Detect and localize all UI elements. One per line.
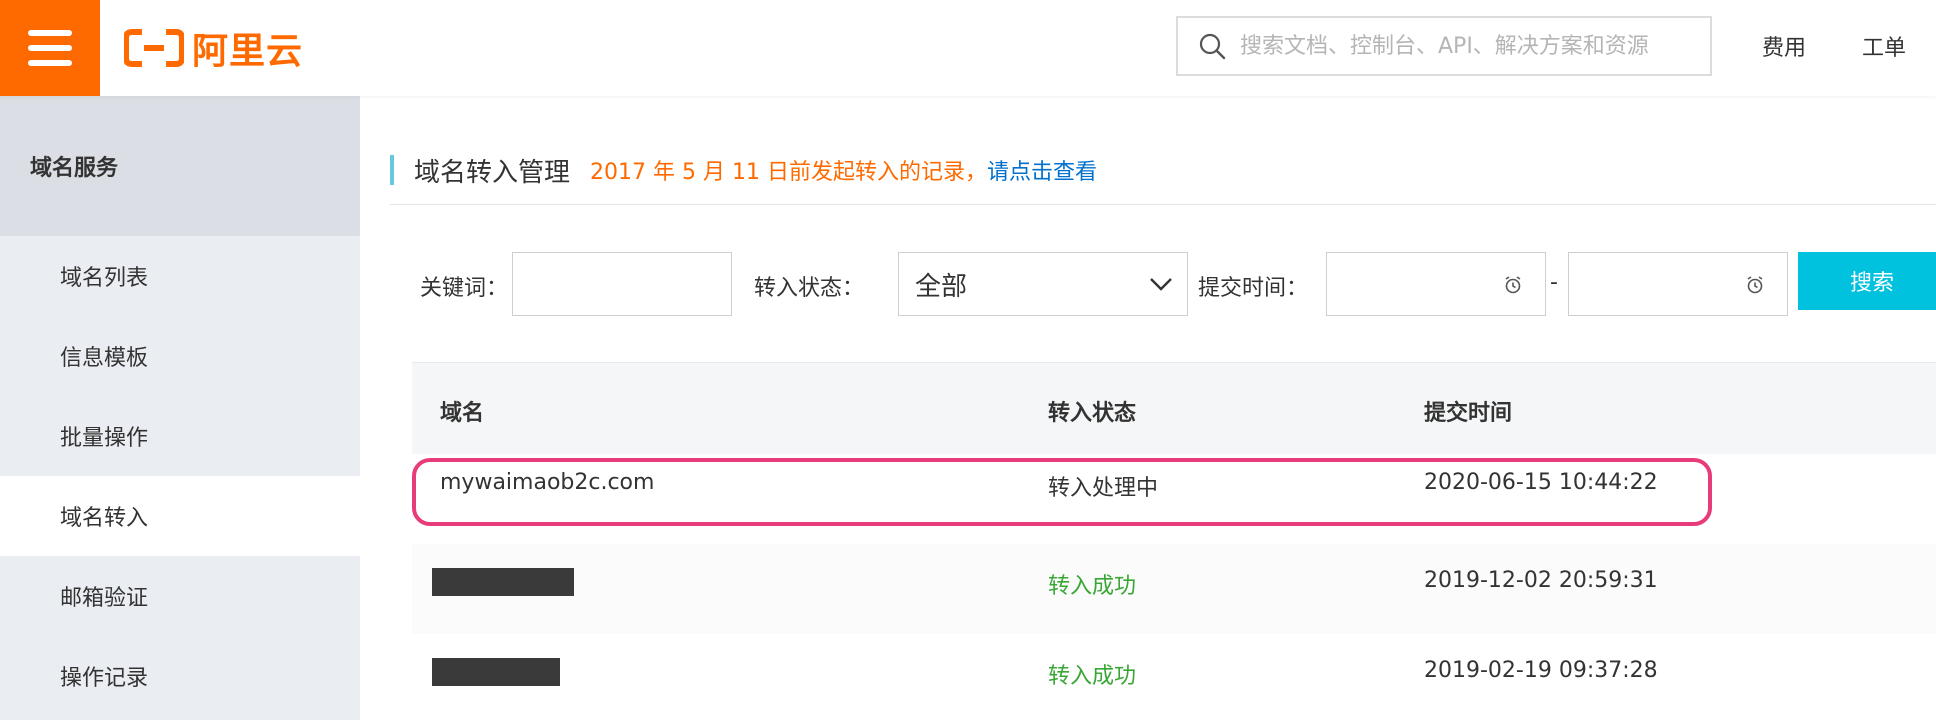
submit-time-cell: 2020-06-15 10:44:22 [1424,470,1658,495]
menu-line-icon [28,30,72,36]
search-input[interactable] [1240,33,1700,59]
sidebar-item-domain-list[interactable]: 域名列表 [0,236,360,316]
sidebar-item-batch-operation[interactable]: 批量操作 [0,396,360,476]
column-header-domain: 域名 [440,401,485,426]
menu-line-icon [28,45,72,51]
ticket-link[interactable]: 工单 [1862,30,1906,62]
legacy-records-link[interactable]: 请点击查看 [987,154,1097,186]
keyword-label: 关键词： [420,276,509,301]
sidebar-item-info-template[interactable]: 信息模板 [0,316,360,396]
global-search[interactable] [1176,16,1712,76]
sidebar-item-domain-transfer[interactable]: 域名转入 [0,476,360,556]
keyword-field[interactable] [512,252,732,316]
transfer-table: 域名 转入状态 提交时间 mywaimaob2c.com 转入处理中 2020-… [412,362,1936,720]
domain-cell: mywaimaob2c.com [440,470,655,495]
header-divider [390,204,1936,205]
sidebar-item-operation-log[interactable]: 操作记录 [0,636,360,716]
table-row[interactable]: 转入成功 2019-02-19 09:37:28 [412,634,1936,720]
sidebar-item-email-verification[interactable]: 邮箱验证 [0,556,360,636]
status-cell: 转入成功 [1048,574,1137,599]
status-cell: 转入成功 [1048,664,1137,689]
keyword-input[interactable] [513,253,731,315]
search-button[interactable]: 搜索 [1798,252,1936,310]
billing-link[interactable]: 费用 [1762,30,1806,62]
search-icon [1199,33,1226,60]
title-accent-bar [390,155,394,185]
clock-icon [1505,276,1521,294]
sidebar: 域名服务 域名列表 信息模板 批量操作 域名转入 邮箱验证 操作记录 [0,96,360,720]
redacted-domain [432,658,560,686]
chevron-down-icon [1150,278,1172,291]
status-label: 转入状态： [754,276,865,301]
page-title: 域名转入管理 [414,157,571,188]
redacted-domain [432,568,574,596]
status-select-value: 全部 [915,271,968,302]
status-cell: 转入处理中 [1048,476,1159,501]
start-date-picker[interactable] [1326,252,1546,316]
sidebar-section-title: 域名服务 [0,96,360,236]
submit-time-label: 提交时间： [1198,276,1309,301]
table-row[interactable]: mywaimaob2c.com 转入处理中 2020-06-15 10:44:2… [412,454,1936,544]
hamburger-menu-button[interactable] [0,0,100,96]
page-header: 域名转入管理 2017 年 5 月 11 日前发起转入的记录， 请点击查看 [390,152,1097,188]
table-row[interactable]: 转入成功 2019-12-02 20:59:31 [412,544,1936,634]
logo-text: 阿里云 [192,31,304,72]
end-date-picker[interactable] [1568,252,1788,316]
legacy-records-notice: 2017 年 5 月 11 日前发起转入的记录， [590,160,987,185]
filter-bar: 关键词： 转入状态： 全部 提交时间： - 搜索 [420,252,1936,316]
menu-line-icon [28,60,72,66]
aliyun-logo-icon [124,29,184,67]
top-bar: 阿里云 费用 工单 [0,0,1936,96]
column-header-submit-time: 提交时间 [1424,401,1513,426]
submit-time-cell: 2019-12-02 20:59:31 [1424,568,1658,593]
aliyun-logo[interactable]: 阿里云 [124,26,303,72]
status-select[interactable]: 全部 [898,252,1188,316]
clock-icon [1747,276,1763,294]
table-header: 域名 转入状态 提交时间 [412,362,1936,454]
date-range-separator: - [1550,270,1558,295]
main-content: 域名转入管理 2017 年 5 月 11 日前发起转入的记录， 请点击查看 关键… [390,96,1936,720]
submit-time-cell: 2019-02-19 09:37:28 [1424,658,1658,683]
column-header-status: 转入状态 [1048,401,1137,426]
